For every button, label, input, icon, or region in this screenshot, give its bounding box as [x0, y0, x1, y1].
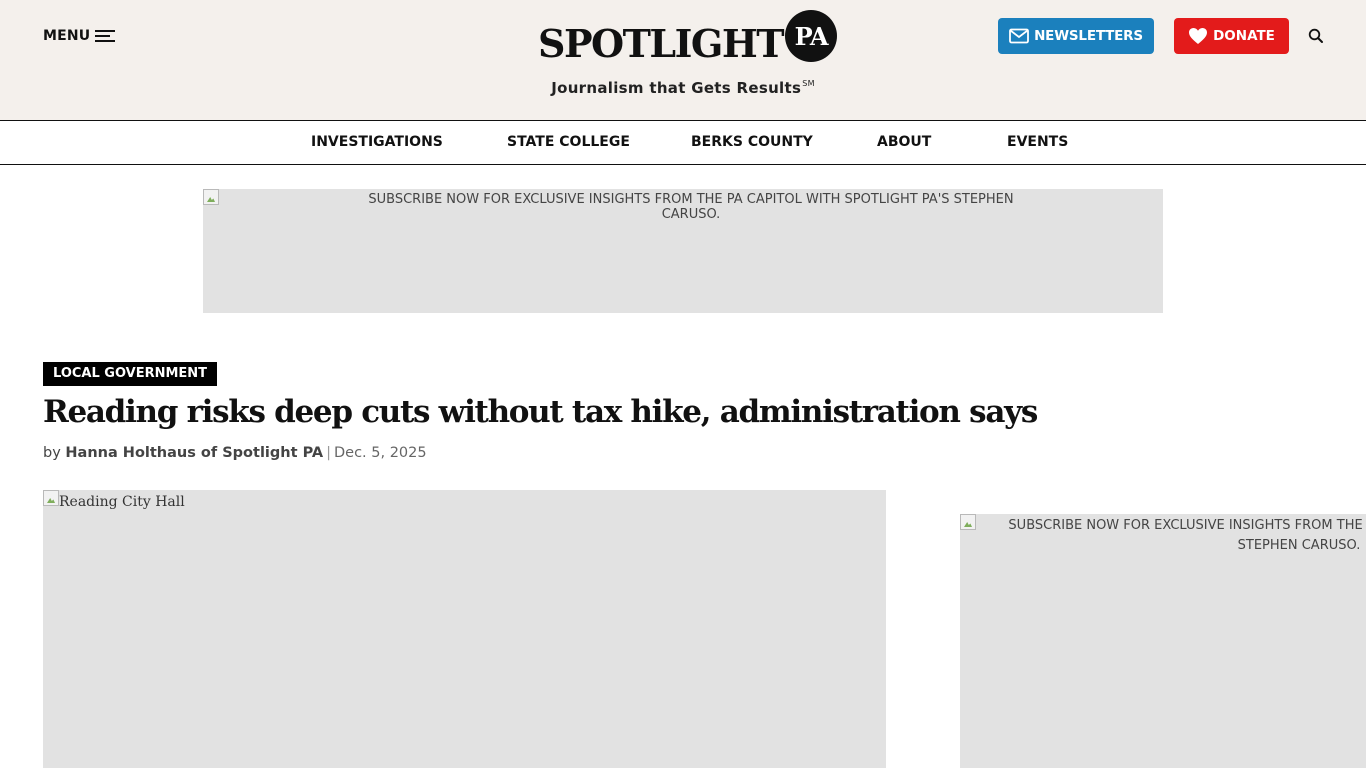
logo-wordmark: SPOTLIGHT: [538, 21, 785, 66]
nav-item-events[interactable]: EVENTS: [1007, 134, 1068, 150]
search-icon[interactable]: [1307, 27, 1325, 45]
broken-image-icon: [43, 490, 59, 506]
nav-item-berks-county[interactable]: BERKS COUNTY: [691, 134, 813, 150]
byline-separator: |: [326, 445, 331, 461]
hero-image: Reading City Hall: [43, 490, 886, 768]
sidebar-ad-text: SUBSCRIBE NOW FOR EXCLUSIVE INSIGHTS FRO…: [1008, 518, 1366, 553]
banner-ad[interactable]: SUBSCRIBE NOW FOR EXCLUSIVE INSIGHTS FRO…: [203, 189, 1163, 313]
broken-image-icon: [960, 514, 976, 530]
logo-pa-badge: PA: [785, 10, 838, 62]
sidebar-ad[interactable]: SUBSCRIBE NOW FOR EXCLUSIVE INSIGHTS FRO…: [960, 514, 1366, 768]
masthead: MENU SPOTLIGHT PA Journalism that Gets R…: [0, 0, 1366, 120]
nav-item-state-college[interactable]: STATE COLLEGE: [507, 134, 630, 150]
section-nav: INVESTIGATIONS STATE COLLEGE BERKS COUNT…: [0, 120, 1366, 165]
article-headline: Reading risks deep cuts without tax hike…: [43, 394, 1038, 430]
category-badge[interactable]: LOCAL GOVERNMENT: [43, 362, 218, 386]
byline: by Hanna Holthaus of Spotlight PA | Dec. 5…: [43, 445, 427, 461]
site-tagline: Journalism that Gets ResultsSM: [0, 79, 1366, 97]
banner-ad-text: SUBSCRIBE NOW FOR EXCLUSIVE INSIGHTS FRO…: [368, 192, 1014, 222]
site-logo[interactable]: SPOTLIGHT PA: [538, 10, 838, 66]
tagline-text: Journalism that Gets Results: [551, 79, 802, 97]
newsletters-label: NEWSLETTERS: [1034, 28, 1143, 44]
hamburger-icon: [95, 29, 116, 43]
menu-button[interactable]: MENU: [43, 26, 116, 46]
byline-prefix: by: [43, 445, 61, 461]
publish-date: Dec. 5, 2025: [333, 445, 427, 461]
donate-label: DONATE: [1213, 28, 1275, 44]
service-mark: SM: [802, 79, 815, 88]
author-link[interactable]: Hanna Holthaus of Spotlight PA: [65, 445, 323, 461]
heart-icon: [1189, 28, 1208, 44]
hero-image-alt: Reading City Hall: [59, 494, 185, 510]
envelope-icon: [1009, 28, 1029, 44]
menu-label: MENU: [43, 28, 91, 44]
nav-item-investigations[interactable]: INVESTIGATIONS: [311, 134, 443, 150]
newsletters-button[interactable]: NEWSLETTERS: [998, 18, 1154, 54]
donate-button[interactable]: DONATE: [1174, 18, 1289, 54]
broken-image-icon: [203, 189, 219, 205]
nav-item-about[interactable]: ABOUT: [877, 134, 931, 150]
